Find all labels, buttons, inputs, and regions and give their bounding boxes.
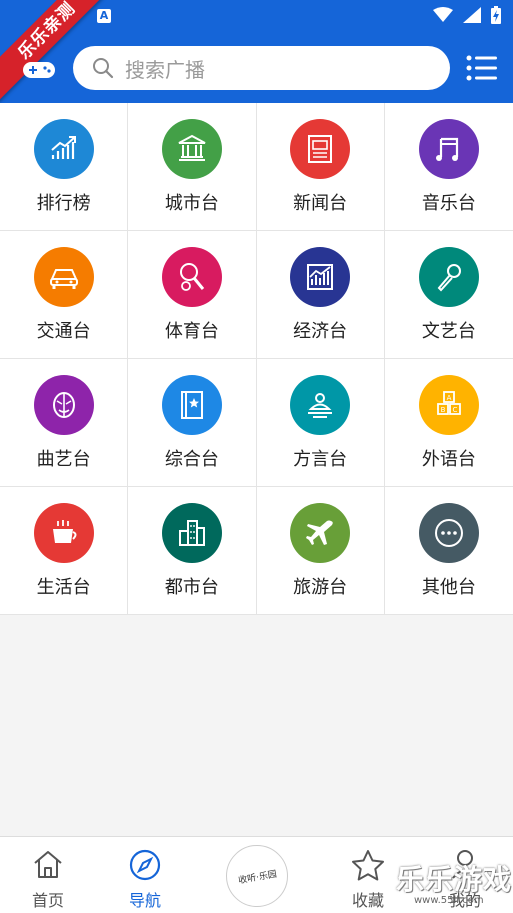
category-item[interactable]: 体育台: [128, 231, 257, 359]
tab-navigate-label: 导航: [128, 891, 161, 910]
center-button-text: 收听·乐园: [237, 869, 278, 886]
category-label: 新闻台: [293, 193, 348, 214]
category-label: 综合台: [164, 449, 219, 470]
coffee-cup-icon: [52, 520, 77, 543]
category-label: 体育台: [164, 321, 219, 342]
tab-home-label: 首页: [31, 891, 64, 910]
category-label: 生活台: [36, 577, 91, 598]
category-item[interactable]: 经济台: [256, 231, 385, 359]
building-columns-icon: [178, 134, 206, 161]
category-item[interactable]: 综合台: [128, 359, 257, 487]
home-icon: [34, 851, 62, 878]
category-icon-circle: [161, 503, 222, 563]
microphone-icon: [437, 264, 461, 292]
svg-text:C: C: [452, 406, 457, 414]
category-item[interactable]: 城市台: [128, 103, 257, 231]
abc-blocks-icon: AB C: [436, 391, 461, 415]
category-label: 旅游台: [293, 577, 348, 598]
search-icon: [93, 58, 114, 79]
category-item[interactable]: 交通台: [0, 231, 129, 359]
airplane-icon: [306, 520, 333, 545]
tab-navigate[interactable]: 导航: [97, 837, 193, 913]
category-item[interactable]: 方言台: [256, 359, 385, 487]
category-icon-circle: [290, 119, 351, 179]
list-menu-icon[interactable]: [466, 54, 498, 82]
category-icon-circle: [161, 247, 222, 307]
stock-chart-icon: [307, 264, 334, 290]
category-icon-circle: [33, 247, 94, 307]
compass-icon: [129, 849, 161, 881]
category-label: 城市台: [164, 193, 219, 214]
notification-icon: A: [97, 9, 111, 23]
category-icon-circle: [33, 375, 94, 435]
category-icon-circle: [161, 375, 222, 435]
watermark-logo: 乐乐游戏: [396, 863, 513, 896]
category-label: 文艺台: [421, 321, 476, 342]
category-icon-circle: [33, 503, 94, 563]
category-item[interactable]: 都市台: [128, 487, 257, 615]
signal-icon: [463, 7, 481, 23]
header: A 乐乐亲测 搜索广播: [0, 0, 513, 103]
category-item[interactable]: 文艺台: [384, 231, 513, 359]
category-icon-circle: [290, 503, 351, 563]
category-grid: 排行榜 城市台 新闻台 音乐台交通台 体育台 经济台 文艺台曲艺台 综合台 方言台 A B C 外语台生…: [0, 103, 513, 615]
chart-up-icon: [50, 136, 76, 159]
car-icon: [49, 269, 78, 289]
category-label: 经济台: [293, 321, 348, 342]
category-item[interactable]: 曲艺台: [0, 359, 129, 487]
battery-icon: [491, 6, 501, 24]
svg-text:A: A: [446, 394, 451, 402]
category-item[interactable]: A B C 外语台: [384, 359, 513, 487]
tab-home[interactable]: 首页: [0, 837, 96, 913]
category-item[interactable]: 旅游台: [256, 487, 385, 615]
category-label: 都市台: [164, 577, 219, 598]
category-item[interactable]: 音乐台: [384, 103, 513, 231]
category-label: 排行榜: [36, 193, 91, 214]
category-label: 其他台: [421, 577, 476, 598]
category-item[interactable]: 新闻台: [256, 103, 385, 231]
category-label: 方言台: [293, 449, 348, 470]
category-item[interactable]: 排行榜: [0, 103, 129, 231]
app: A 乐乐亲测 搜索广播 排行榜 城市台 新闻台 音乐台 交通台 体育台 经济台 …: [0, 0, 513, 913]
gamepad-icon[interactable]: [22, 60, 56, 80]
more-dots-icon: [434, 519, 463, 547]
category-icon-circle: [418, 503, 479, 563]
category-icon-circle: [33, 119, 94, 179]
category-icon-circle: [290, 375, 351, 435]
newspaper-icon: [308, 135, 333, 163]
city-buildings-icon: [178, 520, 205, 546]
watermark-url: www.55ll.com: [414, 895, 484, 906]
category-icon-circle: [161, 119, 222, 179]
book-star-icon: [180, 391, 203, 419]
speaker-person-icon: [308, 393, 333, 418]
category-item[interactable]: 生活台: [0, 487, 129, 615]
category-icon-circle: [290, 247, 351, 307]
opera-mask-icon: [52, 392, 75, 418]
category-item[interactable]: 其他台: [384, 487, 513, 615]
category-label: 外语台: [421, 449, 476, 470]
category-label: 音乐台: [421, 193, 476, 214]
category-icon-circle: ABC: [418, 375, 479, 435]
wifi-icon: [433, 7, 453, 22]
music-note-icon: [435, 137, 458, 161]
svg-text:B: B: [440, 406, 445, 414]
search-input[interactable]: 搜索广播: [73, 46, 450, 90]
category-label: 曲艺台: [36, 449, 91, 470]
racket-icon: [179, 263, 205, 291]
center-play-button[interactable]: 收听·乐园: [226, 845, 288, 907]
category-icon-circle: [418, 119, 479, 179]
category-icon-circle: [418, 247, 479, 307]
star-icon: [352, 850, 384, 881]
search-placeholder: 搜索广播: [125, 57, 205, 82]
category-label: 交通台: [36, 321, 91, 342]
